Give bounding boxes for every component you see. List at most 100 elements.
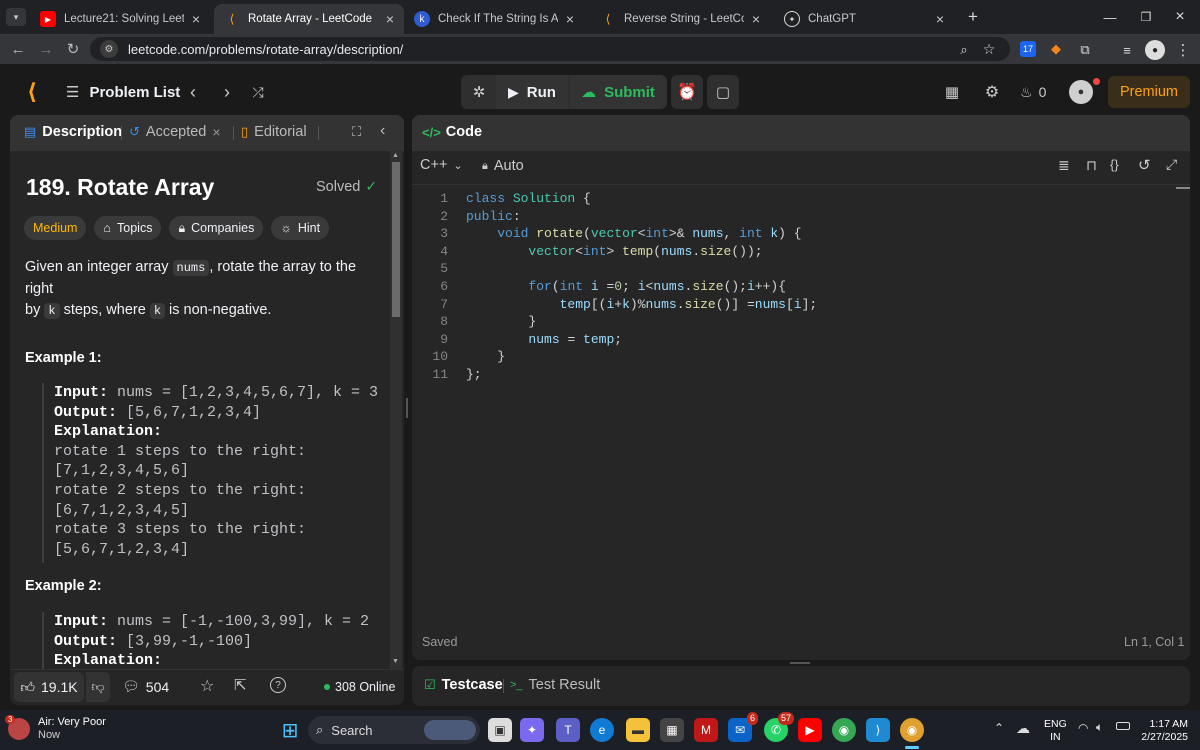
braces-icon[interactable]: {} xyxy=(1110,157,1119,172)
tab-description[interactable]: ▤ Description xyxy=(24,124,122,140)
clock[interactable]: 1:17 AM 2/27/2025 xyxy=(1138,718,1188,744)
browser-tab[interactable]: ⟨ Rotate Array - LeetCode × xyxy=(214,4,404,34)
tray-overflow-icon[interactable]: ⌃ xyxy=(994,721,1004,735)
back-icon[interactable]: ← xyxy=(8,39,28,59)
premium-button[interactable]: Premium xyxy=(1108,76,1190,108)
minimize-icon[interactable]: — xyxy=(1098,6,1122,28)
metamask-icon[interactable]: ◆ xyxy=(1048,41,1064,57)
tab-testcase[interactable]: ☑ Testcase xyxy=(424,677,503,693)
code-brackets-icon: </> xyxy=(422,124,441,140)
edge-icon[interactable]: e xyxy=(590,718,614,742)
bookmark-star-icon[interactable]: ☆ xyxy=(980,40,998,58)
browser-menu-icon[interactable]: ⋮ xyxy=(1174,40,1192,60)
store-icon[interactable]: ▦ xyxy=(660,718,684,742)
help-icon[interactable]: ? xyxy=(270,677,286,693)
share-icon[interactable]: ⇱ xyxy=(234,676,247,694)
alarm-clock-icon[interactable]: ⏰ xyxy=(671,75,703,109)
test-result-label: Test Result xyxy=(528,677,601,693)
close-icon[interactable]: × xyxy=(566,11,574,27)
close-icon[interactable]: × xyxy=(752,11,760,27)
browser-tab[interactable]: k Check If The String Is A Palindro × xyxy=(404,4,584,34)
task-view-icon[interactable]: ▣ xyxy=(488,718,512,742)
forward-icon[interactable]: → xyxy=(36,39,56,59)
prev-problem-icon[interactable]: ‹ xyxy=(184,81,202,103)
scroll-up-icon[interactable]: ▲ xyxy=(392,152,399,159)
fullscreen-icon[interactable]: ⤢ xyxy=(1166,156,1177,173)
close-icon[interactable]: × xyxy=(936,11,944,27)
debug-icon[interactable]: ✲ xyxy=(466,78,492,106)
collapse-icon[interactable]: ‹ xyxy=(380,122,385,140)
address-bar[interactable]: ⚙ leetcode.com/problems/rotate-array/des… xyxy=(90,37,1010,61)
reading-list-icon[interactable]: ≡ xyxy=(1118,41,1136,59)
bookmark-icon[interactable]: ⊓ xyxy=(1086,157,1097,174)
like-button[interactable]: 👍︎ 19.1K xyxy=(14,672,84,702)
taskbar-search[interactable]: ⌕ Search xyxy=(308,716,480,744)
topics-tag[interactable]: ⌂ Topics xyxy=(94,216,162,240)
next-problem-icon[interactable]: › xyxy=(218,81,236,103)
profile-avatar[interactable]: ● xyxy=(1145,40,1165,60)
tab-search-dropdown-icon[interactable]: ▾ xyxy=(6,8,26,26)
close-icon[interactable]: × xyxy=(192,11,200,27)
extensions-icon[interactable]: ⧉ xyxy=(1076,41,1094,59)
teams-icon[interactable]: T xyxy=(556,718,580,742)
reset-icon[interactable]: ↺ xyxy=(1138,156,1151,174)
vscode-icon[interactable]: ⟩ xyxy=(866,718,890,742)
volume-icon[interactable]: 🔈︎ xyxy=(1096,720,1103,735)
settings-gear-icon[interactable]: ⚙ xyxy=(982,81,1002,103)
code-editor[interactable]: class Solution {public: void rotate(vect… xyxy=(466,190,1166,630)
line-number: 6 xyxy=(440,279,448,294)
comments-button[interactable]: 💬︎ 504 xyxy=(122,678,169,695)
weather-widget[interactable]: 3 Air: Very Poor Now xyxy=(5,715,106,742)
format-icon[interactable]: ≣ xyxy=(1058,157,1070,174)
mail-icon[interactable]: ✉ 6 xyxy=(728,712,758,742)
code-tab[interactable]: </> Code xyxy=(422,124,482,140)
notes-icon[interactable]: ▢ xyxy=(707,75,739,109)
battery-icon[interactable] xyxy=(1116,722,1130,730)
run-button[interactable]: ▶ Run xyxy=(496,75,568,109)
tab-accepted[interactable]: ↺ Accepted × xyxy=(129,124,221,140)
site-info-icon[interactable]: ⚙ xyxy=(100,40,118,58)
shuffle-icon[interactable]: ⤮ xyxy=(248,81,268,103)
extension-blue-icon[interactable]: 17 xyxy=(1020,41,1036,57)
layout-grid-icon[interactable]: ▦ xyxy=(942,81,962,103)
whatsapp-icon[interactable]: ✆ 57 xyxy=(764,712,794,742)
file-explorer-icon[interactable]: ▬ xyxy=(626,718,650,742)
companies-tag[interactable]: 🔒︎ Companies xyxy=(169,216,264,240)
close-icon[interactable]: × xyxy=(212,124,220,140)
mcafee-icon[interactable]: M xyxy=(694,718,718,742)
streak-counter[interactable]: ♨ 0 xyxy=(1020,81,1046,103)
dislike-button[interactable]: 👎︎ xyxy=(86,672,110,702)
restore-icon[interactable]: ❐ xyxy=(1134,6,1158,28)
copilot-icon[interactable]: ✦ xyxy=(520,718,544,742)
browser-tab[interactable]: ⟨ Reverse String - LeetCode × xyxy=(590,4,770,34)
youtube-icon[interactable]: ▶ xyxy=(798,718,822,742)
submit-button[interactable]: ☁ Submit xyxy=(570,75,666,109)
reload-icon[interactable]: ↻ xyxy=(63,39,83,59)
chrome-profile-icon[interactable]: ◉ xyxy=(900,718,924,742)
zoom-icon[interactable]: ⌕ xyxy=(955,41,973,59)
tab-test-result[interactable]: >_ Test Result xyxy=(510,677,600,693)
wifi-icon[interactable]: ◠ xyxy=(1078,721,1088,735)
hint-tag[interactable]: ☼ Hint xyxy=(271,216,330,240)
auto-mode[interactable]: 🔒︎ Auto xyxy=(482,158,524,174)
cloud-icon[interactable]: ☁ xyxy=(1016,720,1030,737)
scroll-down-icon[interactable]: ▼ xyxy=(392,658,399,665)
close-icon[interactable]: × xyxy=(386,11,394,27)
browser-tab[interactable]: ▶ Lecture21: Solving LeetCode/Co × xyxy=(30,4,210,34)
horizontal-resize-handle[interactable] xyxy=(790,662,810,664)
language-indicator[interactable]: ENG IN xyxy=(1044,718,1067,744)
window-close-icon[interactable]: × xyxy=(1168,6,1192,28)
windows-start-icon[interactable]: ⊞ xyxy=(278,718,302,742)
browser-tab[interactable]: ✦ ChatGPT × xyxy=(774,4,954,34)
maximize-icon[interactable]: ⛶ xyxy=(352,124,361,140)
user-avatar[interactable]: ● xyxy=(1069,80,1093,104)
problem-list-button[interactable]: ☰ Problem List xyxy=(66,81,180,103)
favorite-star-icon[interactable]: ☆ xyxy=(200,676,214,696)
leetcode-logo-icon[interactable]: ⟨ xyxy=(22,79,42,104)
vertical-resize-handle[interactable] xyxy=(406,398,408,418)
tab-editorial[interactable]: ▯ Editorial xyxy=(241,124,307,140)
chrome-icon[interactable]: ◉ xyxy=(832,718,856,742)
language-select[interactable]: C++ ⌄ xyxy=(420,157,463,173)
new-tab-icon[interactable]: + xyxy=(962,6,984,28)
scrollbar-thumb[interactable] xyxy=(392,162,400,317)
